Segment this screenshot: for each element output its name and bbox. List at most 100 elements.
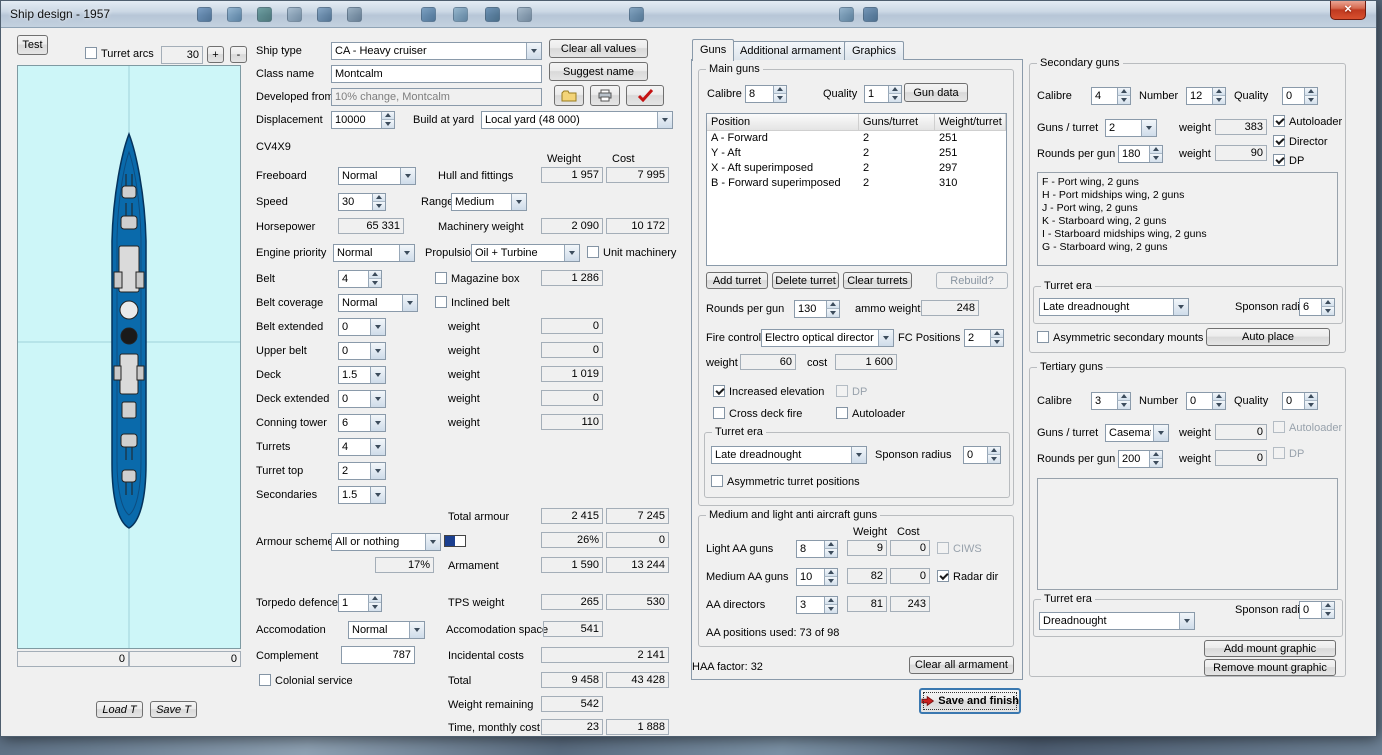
spinner-down-icon[interactable] bbox=[368, 279, 381, 287]
spinner-down-icon[interactable] bbox=[381, 120, 394, 128]
close-button[interactable]: × bbox=[1330, 1, 1366, 20]
delete-turret-button[interactable]: Delete turret bbox=[772, 272, 839, 289]
add-mount-graphic-button[interactable]: Add mount graphic bbox=[1204, 640, 1336, 657]
secondary-quality-spinner[interactable]: 0 bbox=[1282, 87, 1318, 105]
turret-arcs-value[interactable]: 30 bbox=[161, 46, 203, 64]
spinner-down-icon[interactable] bbox=[1117, 401, 1130, 409]
belt-spinner[interactable]: 4 bbox=[338, 270, 382, 288]
freeboard-select[interactable]: Normal bbox=[338, 167, 416, 185]
clear-all-values-button[interactable]: Clear all values bbox=[549, 39, 648, 58]
auto-place-button[interactable]: Auto place bbox=[1206, 328, 1330, 346]
armour-scheme-swatch[interactable] bbox=[444, 535, 466, 547]
turret-top-select[interactable]: 2 bbox=[338, 462, 386, 480]
column-header-weight-per-turret[interactable]: Weight/turret bbox=[935, 114, 1006, 131]
spinner-down-icon[interactable] bbox=[1212, 401, 1225, 409]
spinner-up-icon[interactable] bbox=[1149, 146, 1162, 154]
suggest-name-button[interactable]: Suggest name bbox=[549, 62, 648, 81]
secondary-dp-checkbox[interactable]: DP bbox=[1273, 154, 1304, 168]
complement-input[interactable]: 787 bbox=[341, 646, 415, 664]
main-quality-spinner[interactable]: 1 bbox=[864, 85, 902, 103]
tertiary-turret-era-select[interactable]: Dreadnought bbox=[1039, 612, 1195, 630]
spinner-up-icon[interactable] bbox=[372, 194, 385, 202]
chevron-down-icon[interactable] bbox=[878, 330, 893, 346]
main-calibre-spinner[interactable]: 8 bbox=[745, 85, 787, 103]
unit-machinery-checkbox[interactable]: Unit machinery bbox=[587, 246, 676, 260]
tertiary-sponson-radius-spinner[interactable]: 0 bbox=[1299, 601, 1335, 619]
cross-deck-fire-checkbox[interactable]: Cross deck fire bbox=[713, 407, 802, 421]
tertiary-positions-list[interactable] bbox=[1037, 478, 1338, 590]
spinner-up-icon[interactable] bbox=[1304, 393, 1317, 401]
spinner-up-icon[interactable] bbox=[826, 301, 839, 309]
spinner-down-icon[interactable] bbox=[824, 605, 837, 613]
chevron-down-icon[interactable] bbox=[1141, 120, 1156, 136]
list-item[interactable]: K - Starboard wing, 2 guns bbox=[1042, 215, 1333, 228]
add-turret-button[interactable]: Add turret bbox=[706, 272, 768, 289]
clear-all-armament-button[interactable]: Clear all armament bbox=[909, 656, 1014, 674]
spinner-down-icon[interactable] bbox=[987, 455, 1000, 463]
spinner-down-icon[interactable] bbox=[773, 94, 786, 102]
spinner-down-icon[interactable] bbox=[1304, 401, 1317, 409]
asymmetric-turret-positions-checkbox[interactable]: Asymmetric turret positions bbox=[711, 475, 860, 489]
turret-arcs-minus-button[interactable]: - bbox=[230, 46, 247, 63]
save-and-finish-button[interactable]: Save and finish bbox=[919, 688, 1021, 714]
conning-tower-select[interactable]: 6 bbox=[338, 414, 386, 432]
turret-arcs-plus-button[interactable]: + bbox=[207, 46, 224, 63]
asymmetric-secondary-mounts-checkbox[interactable]: Asymmetric secondary mounts bbox=[1037, 331, 1203, 345]
spinner-down-icon[interactable] bbox=[824, 577, 837, 585]
main-turret-era-select[interactable]: Late dreadnought bbox=[711, 446, 867, 464]
list-item[interactable]: I - Starboard midships wing, 2 guns bbox=[1042, 228, 1333, 241]
chevron-down-icon[interactable] bbox=[370, 439, 385, 455]
secondary-sponson-radius-spinner[interactable]: 6 bbox=[1299, 298, 1335, 316]
chevron-down-icon[interactable] bbox=[370, 391, 385, 407]
chevron-down-icon[interactable] bbox=[526, 43, 541, 59]
spinner-up-icon[interactable] bbox=[368, 271, 381, 279]
tab-graphics[interactable]: Graphics bbox=[844, 41, 905, 60]
spinner-up-icon[interactable] bbox=[381, 112, 394, 120]
table-row[interactable]: A - Forward 2 251 bbox=[707, 131, 1006, 146]
spinner-up-icon[interactable] bbox=[1117, 88, 1130, 96]
main-rounds-spinner[interactable]: 130 bbox=[794, 300, 840, 318]
spinner-down-icon[interactable] bbox=[1321, 610, 1334, 618]
chevron-down-icon[interactable] bbox=[370, 367, 385, 383]
chevron-down-icon[interactable] bbox=[370, 319, 385, 335]
inclined-belt-checkbox[interactable]: Inclined belt bbox=[435, 296, 510, 310]
spinner-down-icon[interactable] bbox=[888, 94, 901, 102]
remove-mount-graphic-button[interactable]: Remove mount graphic bbox=[1204, 659, 1336, 676]
table-row[interactable]: Y - Aft 2 251 bbox=[707, 146, 1006, 161]
chevron-down-icon[interactable] bbox=[511, 194, 526, 210]
tertiary-quality-spinner[interactable]: 0 bbox=[1282, 392, 1318, 410]
list-item[interactable]: H - Port midships wing, 2 guns bbox=[1042, 189, 1333, 202]
magazine-box-checkbox[interactable]: Magazine box bbox=[435, 272, 520, 286]
chevron-down-icon[interactable] bbox=[409, 622, 424, 638]
displacement-spinner[interactable]: 10000 bbox=[331, 111, 395, 129]
secondary-number-spinner[interactable]: 12 bbox=[1186, 87, 1226, 105]
chevron-down-icon[interactable] bbox=[370, 487, 385, 503]
upper-belt-select[interactable]: 0 bbox=[338, 342, 386, 360]
spinner-up-icon[interactable] bbox=[824, 569, 837, 577]
secondary-director-checkbox[interactable]: Director bbox=[1273, 135, 1328, 149]
tertiary-number-spinner[interactable]: 0 bbox=[1186, 392, 1226, 410]
chevron-down-icon[interactable] bbox=[370, 463, 385, 479]
tertiary-guns-per-turret-select[interactable]: Casemat bbox=[1105, 424, 1169, 442]
chevron-down-icon[interactable] bbox=[1153, 425, 1168, 441]
table-row[interactable]: B - Forward superimposed 2 310 bbox=[707, 176, 1006, 191]
chevron-down-icon[interactable] bbox=[851, 447, 866, 463]
open-file-button[interactable] bbox=[554, 85, 584, 106]
spinner-down-icon[interactable] bbox=[1212, 96, 1225, 104]
deck-extended-select[interactable]: 0 bbox=[338, 390, 386, 408]
main-guns-table[interactable]: Position Guns/turret Weight/turret A - F… bbox=[706, 113, 1007, 266]
range-select[interactable]: Medium bbox=[451, 193, 527, 211]
chevron-down-icon[interactable] bbox=[370, 415, 385, 431]
belt-coverage-select[interactable]: Normal bbox=[338, 294, 418, 312]
spinner-down-icon[interactable] bbox=[1149, 154, 1162, 162]
tertiary-rounds-spinner[interactable]: 200 bbox=[1118, 450, 1163, 468]
colonial-service-checkbox[interactable]: Colonial service bbox=[259, 674, 353, 688]
table-row[interactable]: X - Aft superimposed 2 297 bbox=[707, 161, 1006, 176]
secondary-guns-per-turret-select[interactable]: 2 bbox=[1105, 119, 1157, 137]
test-button[interactable]: Test bbox=[17, 35, 48, 55]
column-header-guns-per-turret[interactable]: Guns/turret bbox=[859, 114, 935, 131]
engine-priority-select[interactable]: Normal bbox=[333, 244, 415, 262]
aa-directors-spinner[interactable]: 3 bbox=[796, 596, 838, 614]
main-autoloader-checkbox[interactable]: Autoloader bbox=[836, 407, 905, 421]
spinner-up-icon[interactable] bbox=[368, 595, 381, 603]
